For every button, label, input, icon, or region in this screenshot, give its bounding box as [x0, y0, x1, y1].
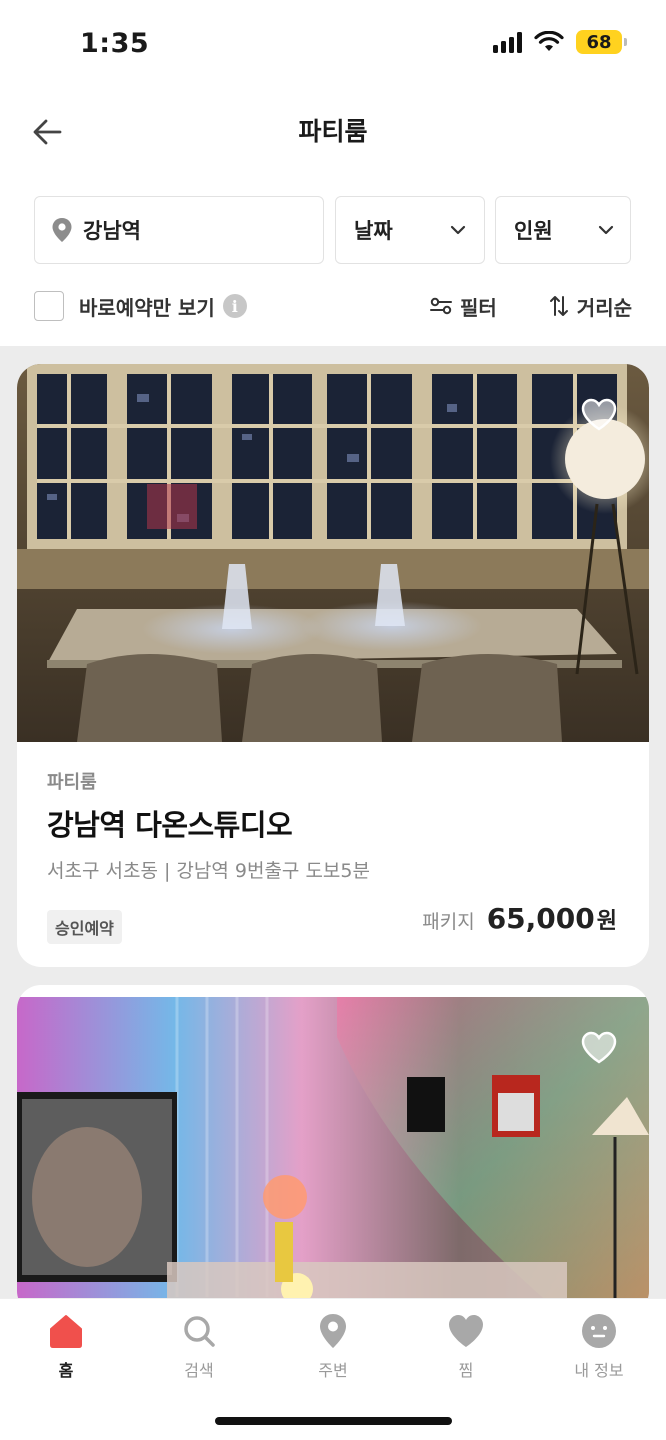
- listing-category: 파티룸: [47, 772, 97, 793]
- nav-nearby[interactable]: 주변: [283, 1311, 383, 1381]
- search-icon: [184, 1316, 215, 1347]
- booking-type-badge: 승인예약: [47, 910, 122, 944]
- filter-options-row: 바로예약만 보기 i 필터 거리순: [34, 288, 632, 324]
- chevron-down-icon: [598, 225, 614, 235]
- header: 파티룸: [0, 90, 666, 174]
- listing-card[interactable]: [17, 985, 649, 1315]
- price-value: 65,000: [486, 902, 595, 935]
- nav-label: 홈: [58, 1361, 74, 1380]
- listing-info: 파티룸 강남역 다온스튜디오 서초구 서초동 | 강남역 9번출구 도보5분 승…: [17, 742, 649, 967]
- home-icon: [50, 1315, 82, 1348]
- profile-face-icon: [582, 1314, 616, 1348]
- battery-indicator: 68: [576, 30, 627, 54]
- listing-card[interactable]: 파티룸 강남역 다온스튜디오 서초구 서초동 | 강남역 9번출구 도보5분 승…: [17, 364, 649, 967]
- nav-home[interactable]: 홈: [16, 1311, 116, 1381]
- favorite-heart-icon[interactable]: [581, 398, 617, 432]
- instant-booking-label[interactable]: 바로예약만 보기: [79, 292, 215, 321]
- status-time: 1:35: [80, 28, 150, 59]
- chevron-down-icon: [450, 225, 466, 235]
- home-indicator[interactable]: [215, 1417, 452, 1425]
- sliders-icon: [429, 297, 452, 315]
- nav-my-info[interactable]: 내 정보: [549, 1311, 649, 1381]
- filter-label: 필터: [459, 295, 497, 320]
- location-pin-icon: [320, 1314, 346, 1348]
- filter-bar: 강남역 날짜 인원 바로예약만 보기 i 필터 거리순: [0, 174, 666, 346]
- listing-title[interactable]: 강남역 다온스튜디오: [47, 802, 619, 844]
- listing-photo: [17, 364, 649, 742]
- people-label: 인원: [514, 219, 553, 243]
- filter-button[interactable]: 필터: [429, 292, 497, 321]
- info-icon[interactable]: i: [222, 294, 247, 318]
- screen: 1:35 68 파티룸 강남역 날짜 인원 바로예약만 보기 i 필터 거리순 …: [0, 0, 666, 1440]
- status-bar: 1:35 68: [0, 0, 666, 90]
- people-dropdown[interactable]: 인원: [495, 196, 631, 264]
- nav-label: 주변: [318, 1361, 348, 1380]
- instant-booking-checkbox[interactable]: [34, 291, 64, 321]
- date-dropdown[interactable]: 날짜: [335, 196, 485, 264]
- heart-icon: [449, 1315, 483, 1347]
- signal-icon: [493, 31, 522, 53]
- wifi-icon: [534, 31, 564, 51]
- sort-arrows-icon: [549, 296, 568, 316]
- status-indicators: 68: [493, 30, 627, 54]
- nav-label: 찜: [458, 1361, 474, 1380]
- nav-search[interactable]: 검색: [149, 1311, 249, 1381]
- nav-label: 검색: [184, 1361, 214, 1380]
- listing-location: 서초구 서초동 | 강남역 9번출구 도보5분: [47, 860, 370, 882]
- price: 패키지 65,000 원: [422, 902, 617, 935]
- location-value: 강남역: [83, 219, 141, 243]
- nav-label: 내 정보: [574, 1361, 624, 1380]
- sort-label: 거리순: [576, 295, 632, 320]
- page-title: 파티룸: [298, 117, 368, 146]
- price-label: 패키지: [422, 911, 475, 933]
- price-unit: 원: [596, 909, 617, 934]
- sort-button[interactable]: 거리순: [549, 292, 632, 321]
- date-label: 날짜: [354, 219, 393, 243]
- listing-photo: [17, 997, 649, 1315]
- nav-favorites[interactable]: 찜: [416, 1311, 516, 1381]
- favorite-heart-icon[interactable]: [581, 1031, 617, 1065]
- location-field[interactable]: 강남역: [34, 196, 324, 264]
- location-pin-icon: [52, 218, 72, 242]
